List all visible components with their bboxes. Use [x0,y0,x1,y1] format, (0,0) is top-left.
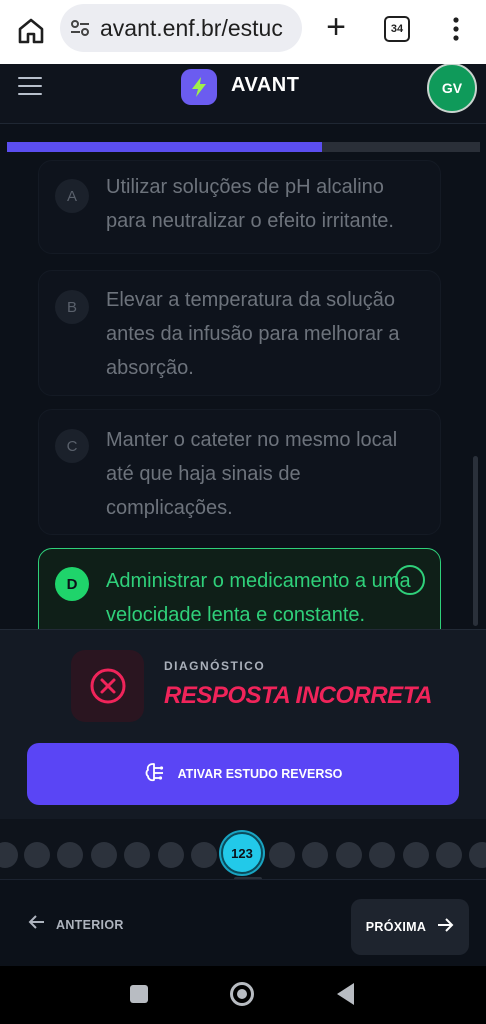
question-dot[interactable] [336,842,362,868]
quiz-app: AVANT GV A Utilizar soluções de pH alcal… [0,64,486,966]
question-dot[interactable] [158,842,184,868]
tabs-count-button[interactable]: 34 [384,16,410,42]
diagnostic-panel: DIAGNÓSTICO RESPOSTA INCORRETA ATIVAR ES… [0,629,486,819]
hamburger-menu-icon[interactable] [18,77,42,99]
option-letter: B [55,290,89,324]
home-circle-icon[interactable] [230,982,254,1006]
activate-reverse-study-button[interactable]: ATIVAR ESTUDO REVERSO [27,743,459,805]
question-dot[interactable] [24,842,50,868]
tune-icon[interactable] [60,4,100,52]
arrow-left-icon [28,914,46,935]
diagnostic-label: DIAGNÓSTICO [164,659,266,673]
option-text: Administrar o medicamento a uma velocida… [106,570,411,626]
android-navigation-bar [0,966,486,1024]
option-letter: D [55,567,89,601]
arrow-right-icon [436,917,454,938]
home-icon[interactable] [14,14,48,48]
question-dot[interactable] [436,842,462,868]
question-dot[interactable] [469,842,486,868]
user-avatar[interactable]: GV [427,64,477,113]
option-letter: C [55,429,89,463]
option-letter: A [55,179,89,213]
question-dot[interactable] [369,842,395,868]
question-dot[interactable] [302,842,328,868]
bolt-logo-icon [181,69,217,105]
diagnostic-result: RESPOSTA INCORRETA [164,682,432,709]
question-dot[interactable] [269,842,295,868]
scrollbar-thumb[interactable] [473,456,478,626]
browser-toolbar: avant.enf.br/estuc + 34 [0,0,486,64]
next-button[interactable]: PRÓXIMA [351,899,469,955]
quiz-progress-bar [7,142,480,152]
brain-icon [144,761,166,788]
url-text[interactable]: avant.enf.br/estuc [100,15,283,42]
previous-button[interactable]: ANTERIOR [28,914,124,935]
url-bar[interactable]: avant.enf.br/estuc [60,4,302,52]
question-dot[interactable] [403,842,429,868]
reverse-study-label: ATIVAR ESTUDO REVERSO [177,767,343,781]
new-tab-plus-icon[interactable]: + [320,10,352,44]
quiz-progress-fill [7,142,323,152]
answer-option-a[interactable]: A Utilizar soluções de pH alcalino para … [38,160,441,254]
option-text: Utilizar soluções de pH alcalino para ne… [106,176,394,232]
question-dot[interactable] [57,842,83,868]
answer-option-c[interactable]: C Manter o cateter no mesmo local até qu… [38,409,441,535]
question-dot[interactable] [124,842,150,868]
back-triangle-icon[interactable] [337,983,354,1005]
question-dot[interactable] [91,842,117,868]
app-header: AVANT GV [0,64,486,124]
option-text: Manter o cateter no mesmo local até que … [106,429,398,519]
question-navigator[interactable]: 123 [0,819,486,879]
brand-name: AVANT [231,74,300,96]
question-dot[interactable] [191,842,217,868]
recents-square-icon[interactable] [130,985,148,1003]
quiz-footer: ANTERIOR PRÓXIMA [0,879,486,966]
more-vert-icon[interactable] [444,12,468,46]
answer-option-b[interactable]: B Elevar a temperatura da solução antes … [38,270,441,396]
previous-label: ANTERIOR [56,917,124,932]
x-circle-icon [71,650,144,722]
current-question-dot[interactable]: 123 [221,832,263,874]
question-dot[interactable] [0,842,18,868]
check-circle-icon [395,565,425,595]
option-text: Elevar a temperatura da solução antes da… [106,289,400,379]
next-label: PRÓXIMA [365,920,427,934]
